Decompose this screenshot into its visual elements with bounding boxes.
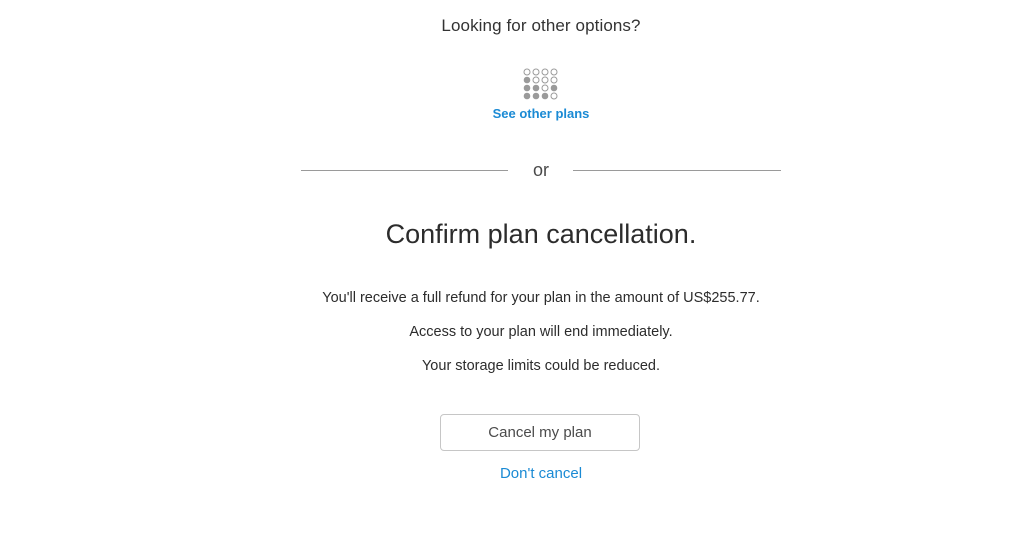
cancel-plan-page: Looking for other options? See other pla… <box>0 0 1022 543</box>
confirm-cancellation-title: Confirm plan cancellation. <box>385 219 697 249</box>
divider-left-line <box>301 170 508 171</box>
divider-right-line <box>573 170 781 171</box>
cancel-my-plan-button[interactable]: Cancel my plan <box>440 414 640 451</box>
refund-info-text: You'll receive a full refund for your pl… <box>322 290 760 306</box>
plans-grid-icon <box>523 68 558 100</box>
divider-or-label: or <box>532 160 549 180</box>
storage-info-text: Your storage limits could be reduced. <box>421 358 661 374</box>
other-options-heading: Looking for other options? <box>441 16 641 35</box>
access-info-text: Access to your plan will end immediately… <box>409 324 673 340</box>
see-other-plans-link[interactable]: See other plans <box>0 106 1022 121</box>
dont-cancel-link[interactable]: Don't cancel <box>0 465 1022 482</box>
